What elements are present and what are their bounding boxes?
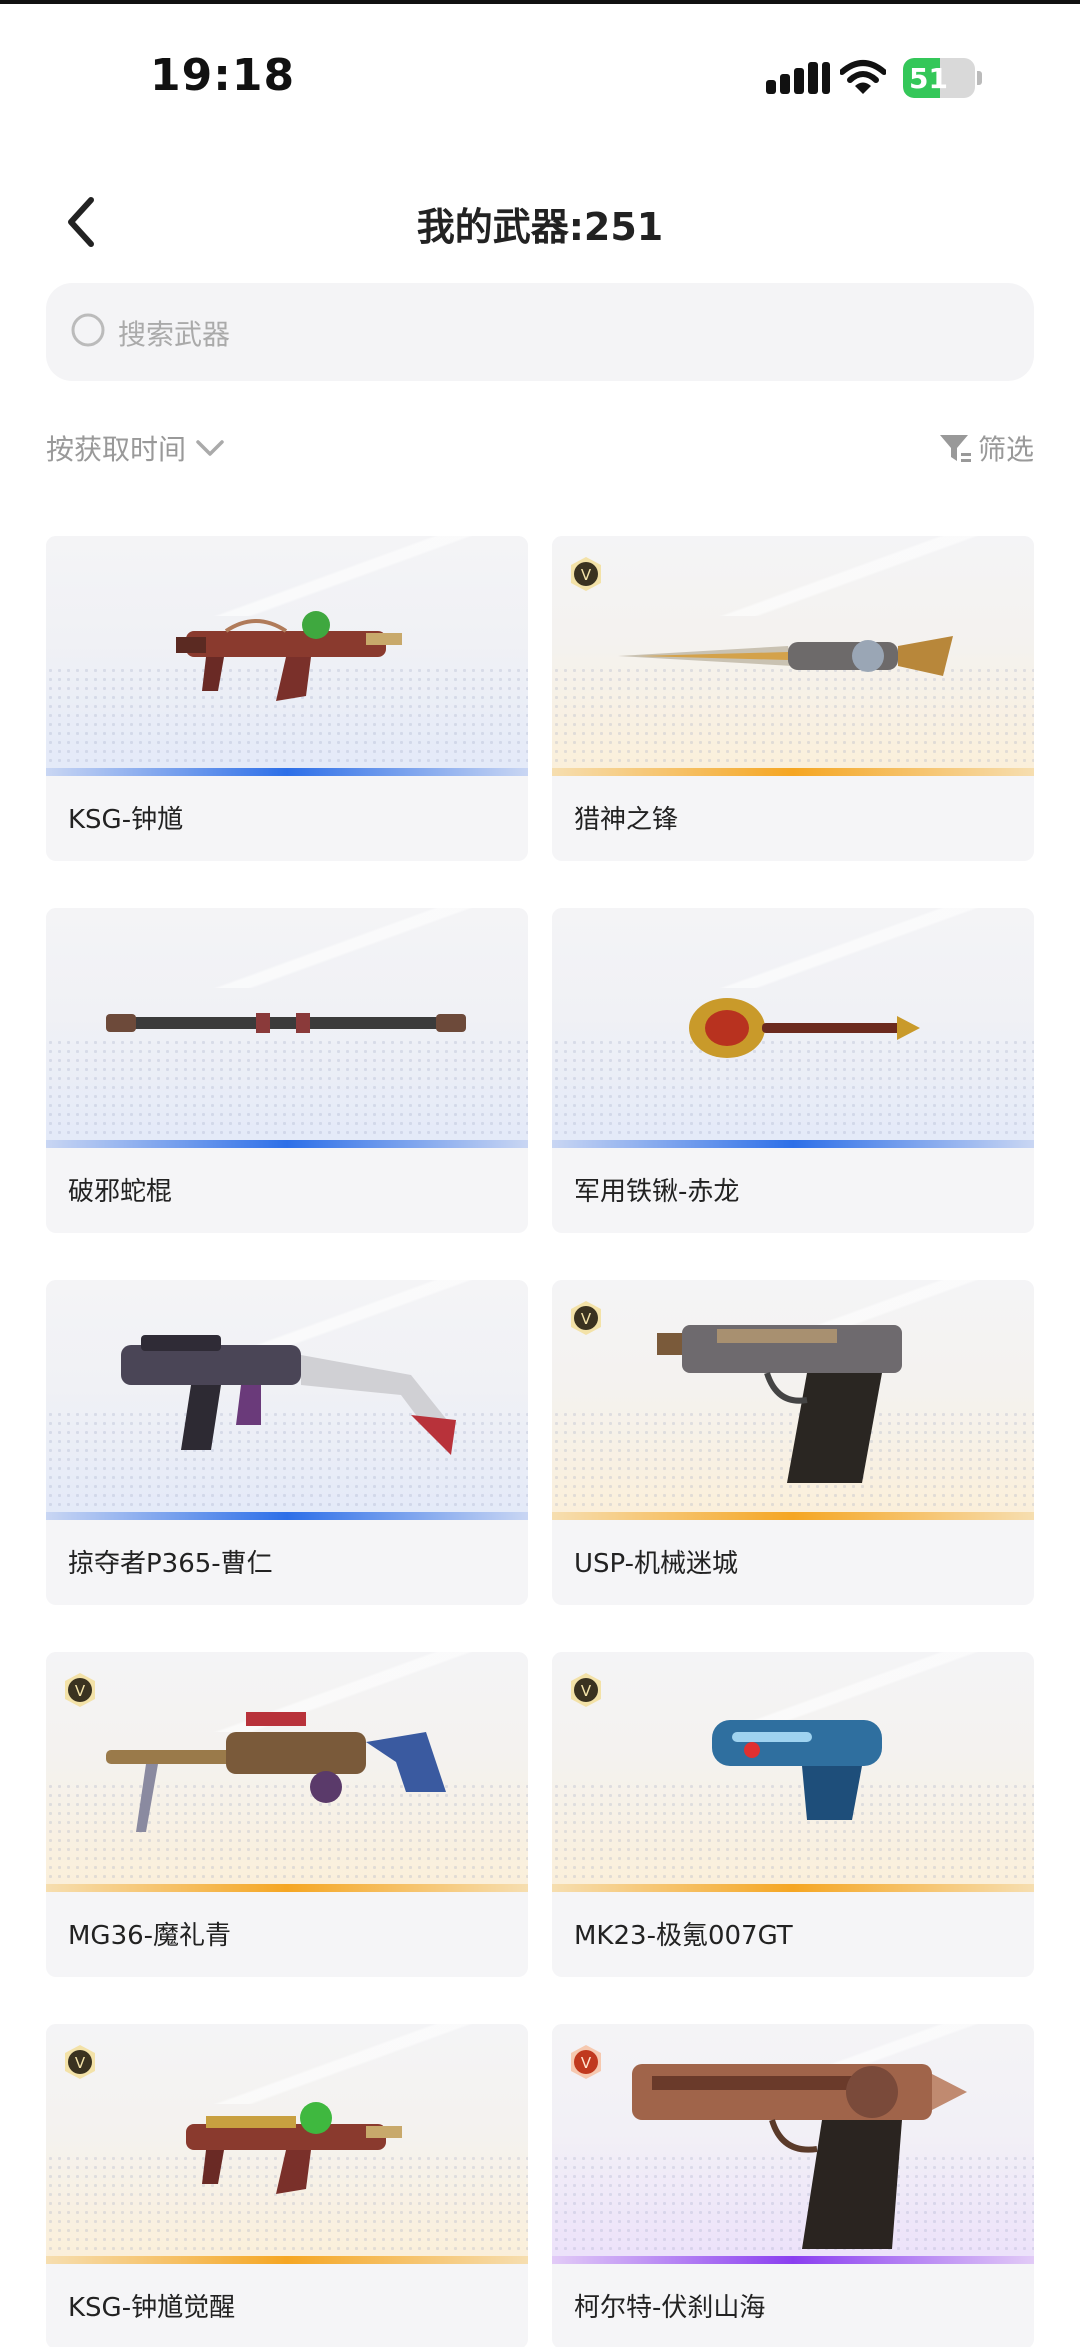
svg-text:V: V	[75, 1682, 86, 1700]
battery-level: 51	[909, 62, 948, 95]
weapon-image-area: V	[552, 1652, 1034, 1892]
weapon-image-area: V	[552, 1280, 1034, 1520]
search-placeholder: 搜索武器	[118, 318, 231, 351]
weapon-name: 军用铁锹-赤龙	[574, 1177, 740, 1207]
chevron-down-icon	[196, 440, 224, 456]
weapon-card[interactable]: V KSG-钟馗觉醒	[46, 2024, 528, 2347]
wifi-icon	[840, 60, 886, 94]
futuristic-pistol-icon	[712, 1720, 882, 1820]
rarity-bar	[552, 1884, 1034, 1892]
svg-text:V: V	[581, 1682, 592, 1700]
weapon-name: KSG-钟馗觉醒	[68, 2293, 236, 2323]
weapon-image-area: V	[552, 536, 1034, 776]
rarity-bar	[46, 768, 528, 776]
weapon-card[interactable]: V MG36-魔礼青	[46, 1652, 528, 1977]
search-input[interactable]: 搜索武器	[46, 283, 1034, 381]
staff-icon	[106, 1013, 466, 1033]
filter-icon	[939, 435, 971, 462]
weapon-card[interactable]: V 猎神之锋	[552, 536, 1034, 861]
v-badge-icon: V	[65, 2045, 95, 2079]
weapon-card[interactable]: V MK23-极氪007GT	[552, 1652, 1034, 1977]
pistol-icon	[657, 1325, 902, 1483]
weapon-name: KSG-钟馗	[68, 805, 184, 835]
svg-text:V: V	[581, 2054, 592, 2072]
weapon-card[interactable]: KSG-钟馗	[46, 536, 528, 861]
battery-icon: 51	[903, 58, 983, 98]
filter-button[interactable]: 筛选	[938, 428, 1034, 468]
rarity-bar	[552, 1512, 1034, 1520]
rarity-bar	[552, 768, 1034, 776]
weapon-image-area	[46, 536, 528, 776]
weapon-name: MK23-极氪007GT	[574, 1921, 793, 1951]
v-badge-icon: V	[65, 1673, 95, 1707]
weapon-name: 破邪蛇棍	[68, 1177, 173, 1207]
status-bar: 19:18 51	[0, 0, 1080, 150]
revolver-icon	[632, 2064, 967, 2249]
shotgun-icon	[176, 611, 402, 701]
rarity-bar	[552, 1140, 1034, 1148]
weapon-name: MG36-魔礼青	[68, 1921, 232, 1951]
search-icon	[71, 313, 105, 347]
shovel-icon	[689, 998, 920, 1058]
knife-icon	[618, 636, 953, 676]
weapon-image-area: V	[46, 1652, 528, 1892]
sort-dropdown[interactable]: 按获取时间	[46, 428, 226, 468]
rarity-bar	[552, 2256, 1034, 2264]
svg-text:V: V	[581, 566, 592, 584]
weapon-image-area	[552, 908, 1034, 1148]
weapon-name: 柯尔特-伏刹山海	[574, 2293, 766, 2323]
rarity-bar	[46, 1512, 528, 1520]
rarity-bar	[46, 1140, 528, 1148]
status-time: 19:18	[150, 50, 296, 101]
weapon-card[interactable]: V 柯尔特-伏刹山海	[552, 2024, 1034, 2347]
weapon-image-area	[46, 1280, 528, 1520]
weapon-name: 猎神之锋	[574, 805, 679, 835]
rarity-bar	[46, 1884, 528, 1892]
rarity-bar	[46, 2256, 528, 2264]
weapon-card[interactable]: 掠夺者P365-曹仁	[46, 1280, 528, 1605]
weapon-card[interactable]: 破邪蛇棍	[46, 908, 528, 1233]
page-title: 我的武器:251	[416, 205, 664, 249]
svg-text:V: V	[581, 1310, 592, 1328]
shotgun-icon	[186, 2102, 402, 2194]
weapon-image-area	[46, 908, 528, 1148]
machine-gun-icon	[106, 1712, 446, 1832]
svg-text:V: V	[75, 2054, 86, 2072]
weapon-name: 掠夺者P365-曹仁	[68, 1549, 273, 1579]
weapon-name: USP-机械迷城	[574, 1549, 739, 1579]
sort-label: 按获取时间	[46, 433, 187, 466]
filter-label: 筛选	[977, 433, 1034, 466]
smg-icon	[121, 1335, 456, 1455]
v-badge-icon: V	[571, 1301, 601, 1335]
weapon-image-area: V	[552, 2024, 1034, 2264]
v-badge-icon: V	[571, 557, 601, 591]
weapon-card[interactable]: 军用铁锹-赤龙	[552, 908, 1034, 1233]
v-badge-icon: V	[571, 1673, 601, 1707]
v-badge-icon: V	[571, 2045, 601, 2079]
cellular-signal-icon	[766, 62, 830, 94]
weapon-card[interactable]: V USP-机械迷城	[552, 1280, 1034, 1605]
weapon-image-area: V	[46, 2024, 528, 2264]
